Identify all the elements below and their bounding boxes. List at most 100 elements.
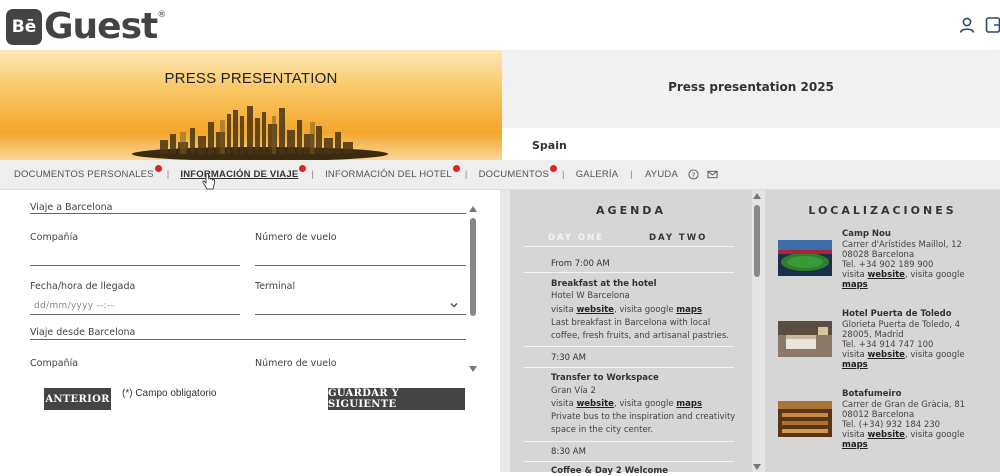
skyline-graphic <box>132 106 388 160</box>
location-maps: maps <box>842 360 868 370</box>
divider <box>524 346 734 347</box>
event-title: Press presentation 2025 <box>668 80 834 94</box>
save-and-next-button[interactable]: GUARDAR Y SIGUIENTE <box>328 388 465 410</box>
alert-badge <box>452 165 460 172</box>
tab-ayuda[interactable]: AYUDA <box>645 169 678 180</box>
website-link[interactable]: website <box>576 305 614 315</box>
maps-link[interactable]: maps <box>842 440 868 450</box>
location-address: 08028 Barcelona <box>842 250 915 260</box>
user-icon[interactable] <box>958 16 976 34</box>
divider <box>524 272 734 273</box>
scroll-down-arrow[interactable] <box>469 366 477 372</box>
tab-label: DOCUMENTOS PERSONALES <box>14 169 154 180</box>
tab-galeria[interactable]: GALERÍA <box>576 169 619 180</box>
website-link[interactable]: website <box>867 430 905 440</box>
scroll-up-arrow[interactable] <box>753 193 761 199</box>
website-link[interactable]: website <box>867 270 905 280</box>
agenda-item-place: Gran Vía 2 <box>551 386 596 396</box>
flight-number-label: Número de vuelo <box>255 232 337 243</box>
agenda-item-links: visita website, visita google maps <box>551 305 703 315</box>
location-address: Glorieta Puerta de Toledo, 4 <box>842 320 961 330</box>
maps-link[interactable]: maps <box>842 280 868 290</box>
location-links: visita website, visita google <box>842 430 965 440</box>
tab-separator: | <box>562 169 565 180</box>
maps-link[interactable]: maps <box>842 360 868 370</box>
tab-separator: | <box>630 169 633 180</box>
agenda-item-links: visita website, visita google maps <box>551 399 703 409</box>
section-tabs: DOCUMENTOS PERSONALES | INFORMACIÓN DE V… <box>0 160 1000 190</box>
agenda-item-title: Coffee & Day 2 Welcome <box>551 466 668 476</box>
day-two-tab[interactable]: DAY TWO <box>649 233 707 243</box>
logout-icon[interactable] <box>985 16 1000 34</box>
arrival-datetime-input[interactable]: dd/mm/yyyy --:-- <box>34 301 114 311</box>
alert-badge <box>550 165 558 172</box>
maps-link[interactable]: maps <box>676 399 702 409</box>
agenda-title: AGENDA <box>596 204 666 217</box>
flight-number-input[interactable] <box>255 265 466 266</box>
svg-text:?: ? <box>691 170 695 179</box>
top-bar: Bē Guest ® <box>0 0 1000 50</box>
website-link[interactable]: website <box>867 350 905 360</box>
tab-documentos-personales[interactable]: DOCUMENTOS PERSONALES <box>14 165 162 180</box>
banner-title: PRESS PRESENTATION <box>164 70 338 87</box>
flight-number-label-2: Número de vuelo <box>255 358 337 369</box>
website-link[interactable]: website <box>576 399 614 409</box>
tab-separator: | <box>464 169 468 180</box>
divider <box>30 213 466 214</box>
company-label: Compañía <box>30 232 79 243</box>
event-banner: PRESS PRESENTATION <box>0 50 502 160</box>
company-label-2: Compañía <box>30 358 79 369</box>
maps-link[interactable]: maps <box>676 305 702 315</box>
tab-separator: | <box>311 169 315 180</box>
agenda-scrollbar-thumb[interactable] <box>754 205 760 277</box>
location-address: 28005, Madrid <box>842 330 904 340</box>
tab-label: GALERÍA <box>575 169 619 180</box>
agenda-item-desc: coffee, fresh fruits, and artisanal past… <box>551 331 730 341</box>
agenda-item-desc: space in the city center. <box>551 425 654 435</box>
logo-text: Guest <box>44 6 158 47</box>
hand-cursor-icon <box>202 173 215 190</box>
location-name: Botafumeiro <box>842 389 902 399</box>
tab-documentos[interactable]: DOCUMENTOS <box>479 165 558 180</box>
logo-registered: ® <box>157 10 167 20</box>
terminal-select[interactable] <box>255 314 466 315</box>
agenda-time: 7:30 AM <box>551 353 586 363</box>
section-departure-label: Viaje desde Barcelona <box>30 327 136 338</box>
divider <box>524 367 734 368</box>
company-input[interactable] <box>30 265 240 266</box>
arrival-datetime-underline <box>30 314 240 315</box>
tab-label: AYUDA <box>644 169 678 180</box>
divider <box>524 246 734 247</box>
camp-nou-photo[interactable] <box>778 240 832 276</box>
help-circle-icon[interactable]: ? <box>688 169 699 180</box>
location-phone: Tel. +34 902 189 900 <box>842 260 934 270</box>
agenda-item-desc: Private bus to the inspiration and creat… <box>551 412 736 422</box>
tab-label: INFORMACIÓN DE VIAJE <box>180 169 299 180</box>
divider <box>30 339 466 340</box>
location-maps: maps <box>842 280 868 290</box>
hotel-photo[interactable] <box>778 321 832 357</box>
event-country: Spain <box>532 139 567 152</box>
mail-icon[interactable] <box>707 169 718 180</box>
location-address: Carrer d'Arístides Maillol, 12 <box>842 240 962 250</box>
event-info-panel: Press presentation 2025 Spain <box>502 50 1000 160</box>
chevron-down-icon[interactable] <box>450 301 458 309</box>
location-links: visita website, visita google <box>842 350 965 360</box>
tab-informacion-de-viaje[interactable]: INFORMACIÓN DE VIAJE <box>180 165 307 180</box>
tab-informacion-del-hotel[interactable]: INFORMACIÓN DEL HOTEL <box>325 165 460 180</box>
day-one-tab[interactable]: DAY ONE <box>548 233 604 243</box>
divider <box>524 441 734 442</box>
agenda-item-title: Breakfast at the hotel <box>551 279 657 289</box>
locations-title: LOCALIZACIONES <box>808 204 957 217</box>
form-scrollbar-thumb[interactable] <box>470 218 476 316</box>
tab-label: INFORMACIÓN DEL HOTEL <box>325 169 452 180</box>
location-links: visita website, visita google <box>842 270 965 280</box>
agenda-item-place: Hotel W Barcelona <box>551 291 630 301</box>
location-phone: Tel. (+34) 932 184 230 <box>842 420 941 430</box>
previous-button[interactable]: ANTERIOR <box>44 388 111 410</box>
scroll-down-arrow[interactable] <box>753 464 761 470</box>
scroll-up-arrow[interactable] <box>469 206 477 212</box>
botafumeiro-photo[interactable] <box>778 401 832 437</box>
location-address: Carrer de Gran de Gràcia, 81 <box>842 400 966 410</box>
beguest-logo[interactable]: Bē Guest ® <box>6 6 166 47</box>
